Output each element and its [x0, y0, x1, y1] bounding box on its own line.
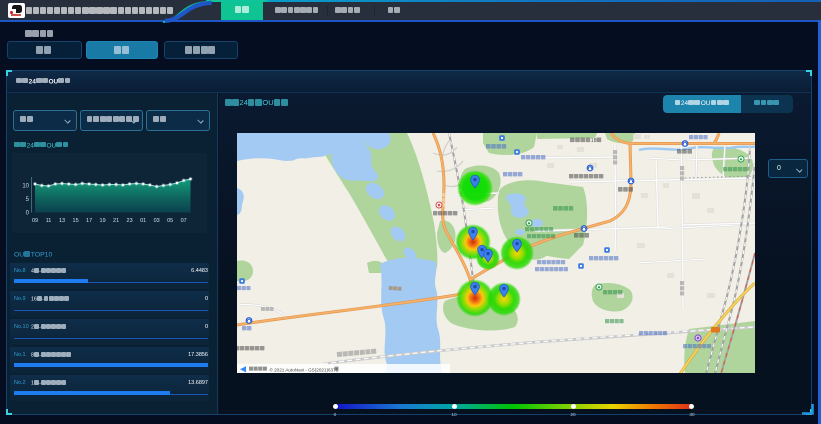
svg-text:10: 10	[22, 183, 29, 189]
svg-text:19: 19	[100, 218, 106, 224]
svg-text:03: 03	[154, 218, 160, 224]
svg-text:17: 17	[86, 218, 92, 224]
svg-text:07: 07	[181, 218, 187, 224]
svg-text:8: 8	[594, 137, 597, 143]
svg-text:5: 5	[26, 197, 30, 203]
svg-text:23: 23	[127, 218, 133, 224]
svg-text:13: 13	[59, 218, 65, 224]
svg-text:09: 09	[32, 218, 38, 224]
svg-text:15: 15	[73, 218, 79, 224]
svg-text:0: 0	[26, 210, 30, 216]
svg-text:05: 05	[167, 218, 173, 224]
svg-text:11: 11	[46, 218, 52, 224]
svg-text:21: 21	[113, 218, 119, 224]
svg-text:© 2021 AutoNavi - GS(2021)6375: © 2021 AutoNavi - GS(2021)6375	[269, 366, 338, 372]
svg-text:01: 01	[140, 218, 146, 224]
